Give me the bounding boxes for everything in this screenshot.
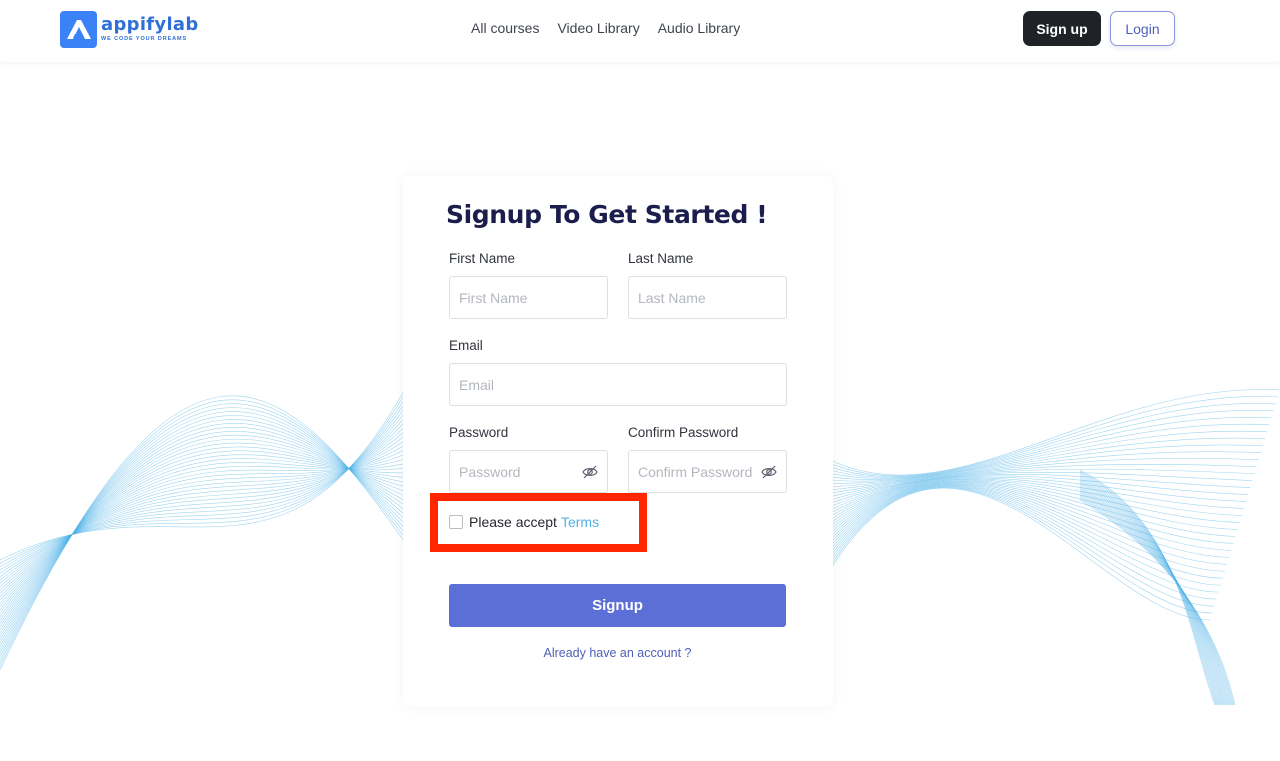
terms-row: Please accept Terms [449,514,599,530]
header-login-button[interactable]: Login [1110,11,1175,46]
terms-checkbox[interactable] [449,515,463,529]
header-signup-button[interactable]: Sign up [1023,11,1101,46]
confirm-password-input[interactable] [638,463,757,480]
right-wave-lines [829,389,1280,706]
last-name-field-box[interactable] [628,276,787,319]
email-field-box[interactable] [449,363,787,406]
terms-link[interactable]: Terms [561,514,599,530]
login-link[interactable]: Already have an account ? [449,646,786,660]
top-navbar: appifylab WE CODE YOUR DREAMS All course… [0,0,1280,62]
last-name-input[interactable] [638,289,777,306]
left-wave-lines [0,379,411,671]
password-field-box[interactable] [449,450,608,493]
signup-card: Signup To Get Started ! First Name Last … [403,176,833,706]
eye-off-icon[interactable] [582,465,598,479]
first-name-field-box[interactable] [449,276,608,319]
confirm-password-field-box[interactable] [628,450,787,493]
first-name-input[interactable] [459,289,598,306]
brand-tagline: WE CODE YOUR DREAMS [101,35,188,42]
brand-name: appifylab [101,13,199,35]
brand-logo[interactable]: appifylab WE CODE YOUR DREAMS [60,10,199,48]
email-input[interactable] [459,376,777,393]
main-nav: All courses Video Library Audio Library [471,20,740,36]
page-title: Signup To Get Started ! [446,200,768,229]
eye-off-icon[interactable] [761,465,777,479]
email-label: Email [449,338,483,353]
terms-text: Please accept [469,514,557,530]
password-label: Password [449,425,509,440]
last-name-label: Last Name [628,251,694,266]
nav-link-video-library[interactable]: Video Library [557,20,639,36]
password-input[interactable] [459,463,578,480]
first-name-label: First Name [449,251,516,266]
signup-submit-button[interactable]: Signup [449,584,786,627]
logo-mark-icon [60,10,97,48]
nav-link-all-courses[interactable]: All courses [471,20,539,36]
confirm-password-label: Confirm Password [628,425,739,440]
nav-link-audio-library[interactable]: Audio Library [658,20,741,36]
